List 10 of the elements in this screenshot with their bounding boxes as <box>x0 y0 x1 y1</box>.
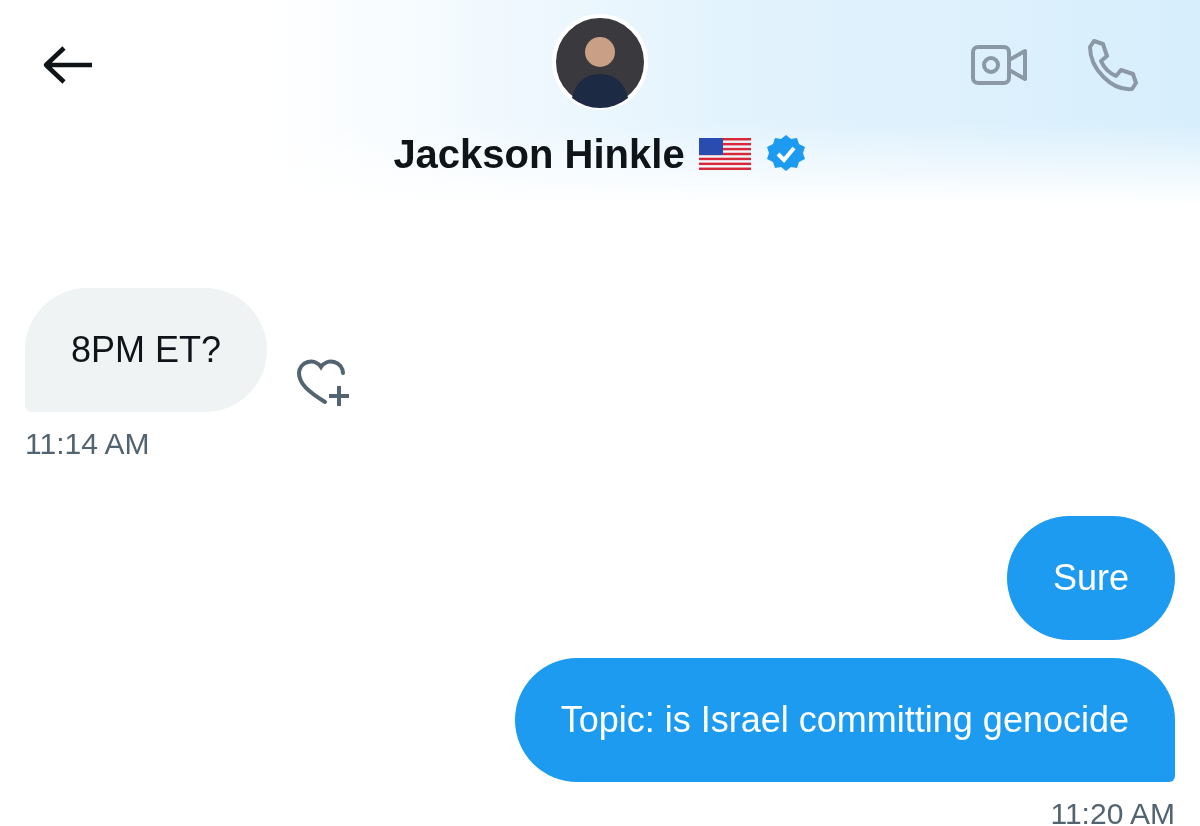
video-call-icon[interactable] <box>970 42 1028 88</box>
message-time: 11:20 AM <box>1050 796 1175 826</box>
contact-name: Jackson Hinkle <box>393 131 685 178</box>
flag-icon <box>698 138 751 170</box>
back-icon[interactable] <box>42 45 94 85</box>
sent-message: Sure <box>1006 516 1175 640</box>
avatar[interactable] <box>552 14 648 110</box>
sent-message: Topic: is Israel committing genocide <box>514 658 1175 782</box>
message-time: 11:14 AM <box>25 426 151 462</box>
received-message: 8PM ET? <box>25 288 268 412</box>
